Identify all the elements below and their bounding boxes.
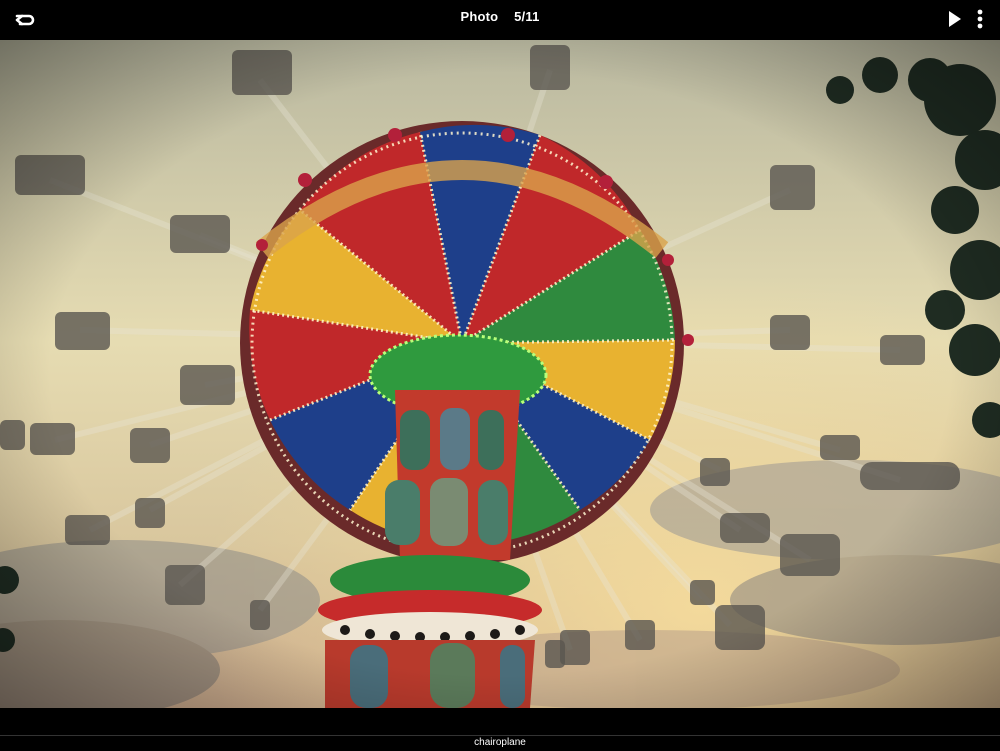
chairoplane-photo <box>0 40 1000 708</box>
play-icon <box>949 11 961 27</box>
more-vertical-icon <box>977 9 983 29</box>
photo-title: Photo 5/11 <box>0 9 1000 24</box>
top-bar: Photo 5/11 <box>0 0 1000 40</box>
more-options-button[interactable] <box>970 5 990 33</box>
photo-caption: chairoplane <box>474 737 526 748</box>
photo-counter: 5/11 <box>514 9 540 24</box>
play-slideshow-button[interactable] <box>940 5 968 33</box>
photo-viewer[interactable] <box>0 40 1000 708</box>
title-label: Photo <box>460 9 499 24</box>
